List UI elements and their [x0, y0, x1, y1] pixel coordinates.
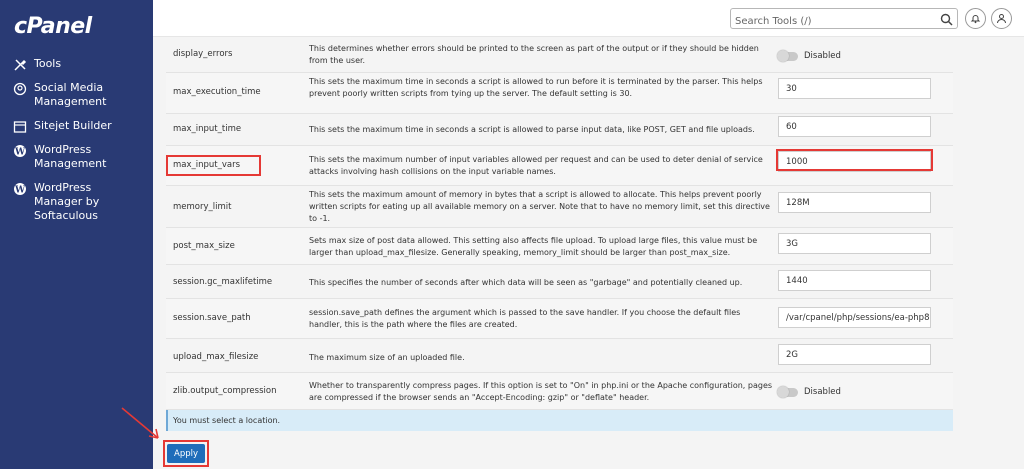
search-box[interactable] — [730, 8, 958, 31]
location-alert: You must select a location. — [166, 410, 953, 431]
user-icon — [996, 9, 1007, 28]
sidebar-item-label: Social Media Management — [34, 81, 107, 108]
highlight-box-value — [776, 149, 933, 171]
session-save-path-input[interactable] — [778, 307, 931, 328]
sitejet-icon — [12, 119, 28, 135]
setting-name: post_max_size — [173, 241, 235, 251]
sidebar-item-label: WordPress Management — [34, 143, 107, 170]
sidebar-item-wordpress-management[interactable]: W WordPress Management — [12, 143, 139, 171]
toggle-label: Disabled — [804, 51, 841, 61]
session-gc-maxlifetime-input[interactable] — [778, 270, 931, 291]
top-header — [153, 0, 1024, 37]
sidebar-item-social-media[interactable]: Social Media Management — [12, 81, 139, 109]
table-row: memory_limit This sets the maximum amoun… — [166, 186, 953, 228]
setting-name: display_errors — [173, 49, 233, 59]
arrow-annotation — [121, 407, 159, 439]
setting-name: upload_max_filesize — [173, 352, 259, 362]
toggle-track — [777, 49, 798, 62]
display-errors-toggle[interactable]: Disabled — [777, 49, 841, 62]
cpanel-logo[interactable]: cPanel — [14, 14, 92, 39]
setting-description: This sets the maximum number of input va… — [309, 155, 763, 176]
setting-description: session.save_path defines the argument w… — [309, 308, 741, 329]
wordpress-icon: W — [12, 143, 28, 159]
zlib-compression-toggle[interactable]: Disabled — [777, 385, 841, 398]
table-row: zlib.output_compression Whether to trans… — [166, 373, 953, 410]
sidebar-item-sitejet[interactable]: Sitejet Builder — [12, 119, 139, 135]
table-row: post_max_size Sets max size of post data… — [166, 228, 953, 265]
notifications-button[interactable] — [965, 8, 986, 29]
setting-description: This sets the maximum time in seconds a … — [309, 77, 763, 98]
setting-name: max_execution_time — [173, 87, 261, 97]
setting-description: This sets the maximum amount of memory i… — [309, 190, 770, 223]
sidebar-item-tools[interactable]: Tools — [12, 57, 139, 73]
setting-name: session.save_path — [173, 313, 251, 323]
sidebar-item-label: Tools — [34, 57, 62, 70]
user-menu-button[interactable] — [991, 8, 1012, 29]
setting-name: zlib.output_compression — [173, 386, 277, 396]
table-row: max_execution_time This sets the maximum… — [166, 73, 953, 114]
apply-button[interactable]: Apply — [167, 444, 205, 463]
search-input[interactable] — [731, 12, 931, 31]
sidebar-item-label: WordPress Manager by Softaculous — [34, 181, 100, 222]
setting-description: The maximum size of an uploaded file. — [309, 353, 465, 362]
highlight-box-name — [166, 155, 261, 176]
setting-description: Sets max size of post data allowed. This… — [309, 236, 758, 257]
setting-description: This specifies the number of seconds aft… — [309, 278, 743, 287]
sidebar-item-wordpress-softaculous[interactable]: W WordPress Manager by Softaculous — [12, 181, 139, 223]
content-area: display_errors This determines whether e… — [153, 37, 1024, 469]
toggle-track — [777, 385, 798, 398]
setting-description: This determines whether errors should be… — [309, 44, 759, 65]
social-media-icon — [12, 81, 28, 97]
setting-description: Whether to transparently compress pages.… — [309, 381, 773, 402]
tools-icon — [12, 57, 28, 73]
memory-limit-input[interactable] — [778, 192, 931, 213]
setting-description: This sets the maximum time in seconds a … — [309, 125, 755, 134]
toggle-label: Disabled — [804, 387, 841, 397]
wordpress-icon: W — [12, 181, 28, 197]
svg-text:W: W — [14, 148, 26, 158]
table-row: max_input_time This sets the maximum tim… — [166, 114, 953, 146]
post-max-size-input[interactable] — [778, 233, 931, 254]
table-row: upload_max_filesize The maximum size of … — [166, 339, 953, 373]
max-input-time-input[interactable] — [778, 116, 931, 137]
sidebar-item-label: Sitejet Builder — [34, 119, 112, 132]
table-row: display_errors This determines whether e… — [166, 37, 953, 73]
sidebar: cPanel Tools Social Media Management Sit… — [0, 0, 153, 469]
bell-icon — [970, 9, 981, 28]
upload-max-filesize-input[interactable] — [778, 344, 931, 365]
table-row: session.save_path session.save_path defi… — [166, 299, 953, 339]
max-execution-time-input[interactable] — [778, 78, 931, 99]
setting-name: memory_limit — [173, 202, 232, 212]
setting-name: session.gc_maxlifetime — [173, 277, 273, 287]
setting-name: max_input_time — [173, 124, 242, 134]
svg-text:W: W — [14, 186, 26, 196]
table-row: session.gc_maxlifetime This specifies th… — [166, 265, 953, 299]
search-icon[interactable] — [940, 11, 953, 30]
